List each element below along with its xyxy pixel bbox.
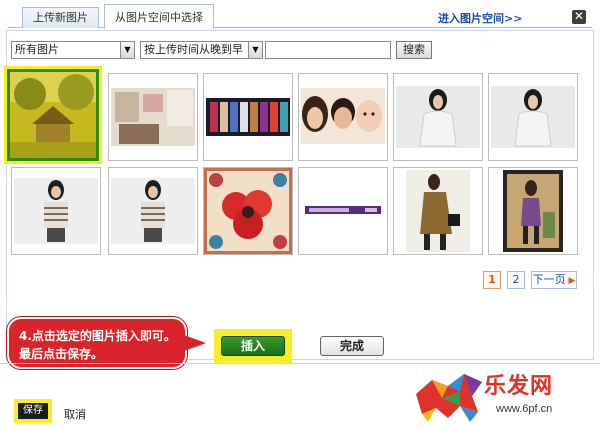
insert-button[interactable]: 插入 <box>221 336 285 356</box>
close-icon[interactable]: ✕ <box>572 10 586 24</box>
logo-url: www.6pf.cn <box>496 403 553 415</box>
cancel-link[interactable]: 取消 <box>64 406 86 422</box>
image-thumb-woman-dark-hair-2[interactable] <box>488 73 578 161</box>
image-thumb-room-interior[interactable] <box>108 73 198 161</box>
image-room-interior <box>109 74 197 160</box>
search-input[interactable] <box>265 41 391 59</box>
image-model-room <box>489 168 577 254</box>
image-picker-dialog: 上传新图片 从图片空间中选择 进入图片空间>> ✕ 所有图片 ▼ 按上传时间从晚… <box>0 0 600 369</box>
image-thumb-yellow-house[interactable] <box>4 66 102 164</box>
category-select[interactable]: 所有图片 ▼ <box>11 41 135 59</box>
done-button[interactable]: 完成 <box>320 336 384 356</box>
sort-select-value: 按上传时间从晚到早 <box>144 43 243 56</box>
page-2-button[interactable]: 2 <box>507 271 525 289</box>
image-woman-dark-hair-2 <box>489 74 577 160</box>
next-page-button[interactable]: 下一页 ▶ <box>531 271 577 289</box>
chevron-right-icon: ▶ <box>565 276 576 286</box>
page-1-button[interactable]: 1 <box>483 271 501 289</box>
image-thumb-model-coat[interactable] <box>393 167 483 255</box>
site-logo: 乐发网 www.6pf.cn <box>412 366 598 426</box>
search-button[interactable]: 搜索 <box>396 41 432 59</box>
image-faces-portraits <box>299 74 387 160</box>
divider <box>0 363 600 364</box>
image-thumb-purple-banner[interactable] <box>298 167 388 255</box>
callout-pointer <box>184 335 206 351</box>
tab-upload-new[interactable]: 上传新图片 <box>22 7 99 28</box>
tab-choose-from-space[interactable]: 从图片空间中选择 <box>104 4 214 29</box>
picker-panel: 所有图片 ▼ 按上传时间从晚到早 ▼ 搜索 1 2 下一页 ▶ 4.点击选定的图… <box>4 30 594 369</box>
image-thumb-woman-striped-sweater-1[interactable] <box>11 167 101 255</box>
image-thumb-model-room[interactable] <box>488 167 578 255</box>
image-purple-banner <box>299 168 387 254</box>
instruction-callout: 4.点击选定的图片插入即可。最后点击保存。 <box>7 317 187 369</box>
chevron-down-icon: ▼ <box>248 42 262 58</box>
image-woman-dark-hair-1 <box>394 74 482 160</box>
bull-logo-icon <box>416 374 482 422</box>
image-woman-striped-sweater-1 <box>12 168 100 254</box>
image-red-flower-tile <box>204 168 292 254</box>
category-select-value: 所有图片 <box>15 43 59 56</box>
image-banner-strip <box>204 74 292 160</box>
image-thumb-faces-portraits[interactable] <box>298 73 388 161</box>
image-thumb-banner-strip[interactable] <box>203 73 293 161</box>
chevron-down-icon: ▼ <box>120 42 134 58</box>
save-highlight: 保存 <box>14 399 52 423</box>
next-page-label: 下一页 <box>532 273 566 286</box>
sort-select[interactable]: 按上传时间从晚到早 ▼ <box>140 41 263 59</box>
image-model-coat <box>394 168 482 254</box>
image-thumb-red-flower-tile[interactable] <box>203 167 293 255</box>
image-thumb-woman-striped-sweater-2[interactable] <box>108 167 198 255</box>
image-thumb-woman-dark-hair-1[interactable] <box>393 73 483 161</box>
insert-highlight: 插入 <box>214 329 292 363</box>
image-woman-striped-sweater-2 <box>109 168 197 254</box>
save-button[interactable]: 保存 <box>18 403 48 419</box>
logo-title: 乐发网 <box>484 373 554 399</box>
open-image-space-link[interactable]: 进入图片空间>> <box>438 10 522 26</box>
image-yellow-house <box>10 72 96 158</box>
